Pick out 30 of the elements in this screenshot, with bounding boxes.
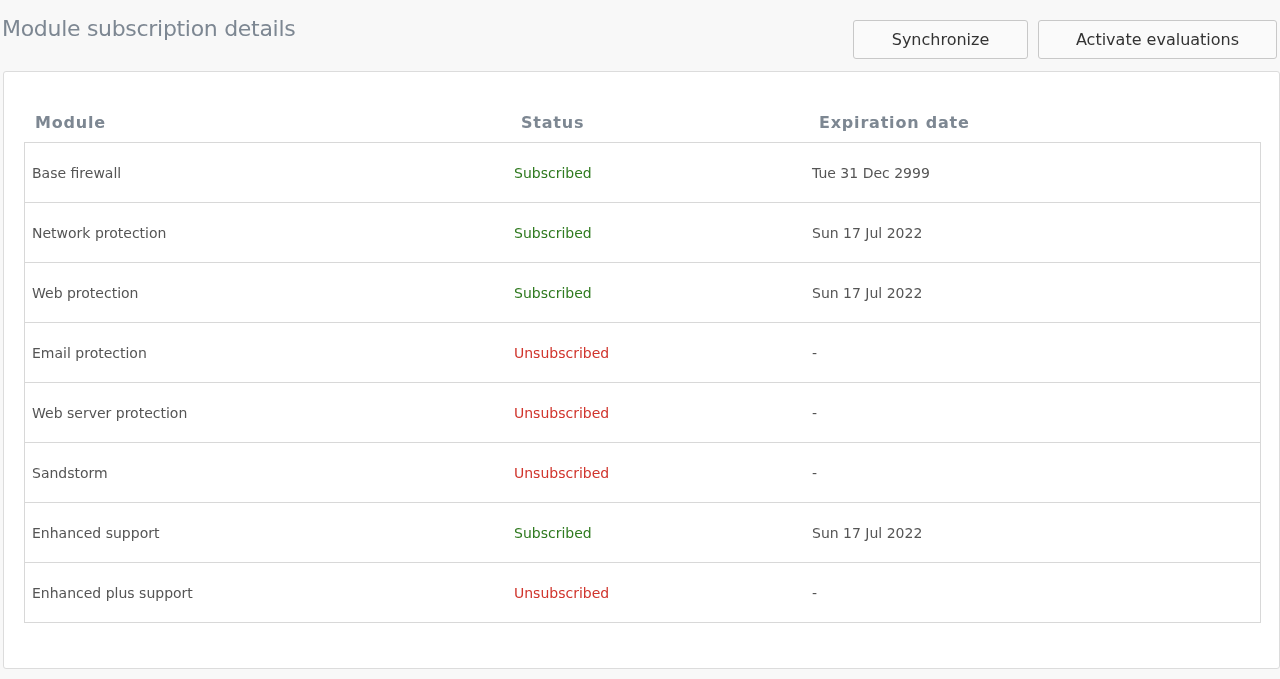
expiration-cell: Sun 17 Jul 2022	[812, 524, 923, 541]
column-header: Expiration date	[819, 112, 970, 132]
status-cell-text: Unsubscribed	[514, 584, 611, 601]
action-button[interactable]: Synchronize	[853, 20, 1028, 59]
module-cell-text: Email protection	[31, 344, 148, 361]
expiration-cell: -	[812, 344, 818, 361]
module-cell-text: Base firewall	[31, 164, 123, 181]
module-cell-text: Enhanced support	[31, 524, 161, 541]
status-cell-text: Unsubscribed	[514, 344, 611, 361]
status-cell-text: Unsubscribed	[514, 404, 611, 421]
status-cell-text: Subscribed	[514, 524, 593, 541]
status-cell-text: Subscribed	[514, 284, 593, 301]
status-cell-text: Unsubscribed	[514, 464, 611, 481]
expiration-cell: Sun 17 Jul 2022	[812, 224, 923, 241]
expiration-cell: -	[812, 464, 818, 481]
page-title: Module subscription details	[2, 16, 296, 41]
column-header: Status	[521, 112, 586, 132]
expiration-cell: Tue 31 Dec 2999	[812, 164, 930, 181]
expiration-cell: -	[812, 584, 818, 601]
action-button[interactable]: Activate evaluations	[1038, 20, 1277, 59]
module-cell-text: Web server protection	[31, 404, 189, 421]
module-cell-text: Sandstorm	[31, 464, 109, 481]
column-header: Module	[34, 112, 107, 132]
status-cell-text: Subscribed	[514, 164, 593, 181]
module-cell-text: Enhanced plus support	[31, 584, 194, 601]
expiration-cell: -	[812, 404, 818, 421]
expiration-cell: Sun 17 Jul 2022	[812, 284, 923, 301]
module-cell-text: Network protection	[31, 224, 168, 241]
module-cell-text: Web protection	[31, 284, 140, 301]
status-cell-text: Subscribed	[514, 224, 593, 241]
